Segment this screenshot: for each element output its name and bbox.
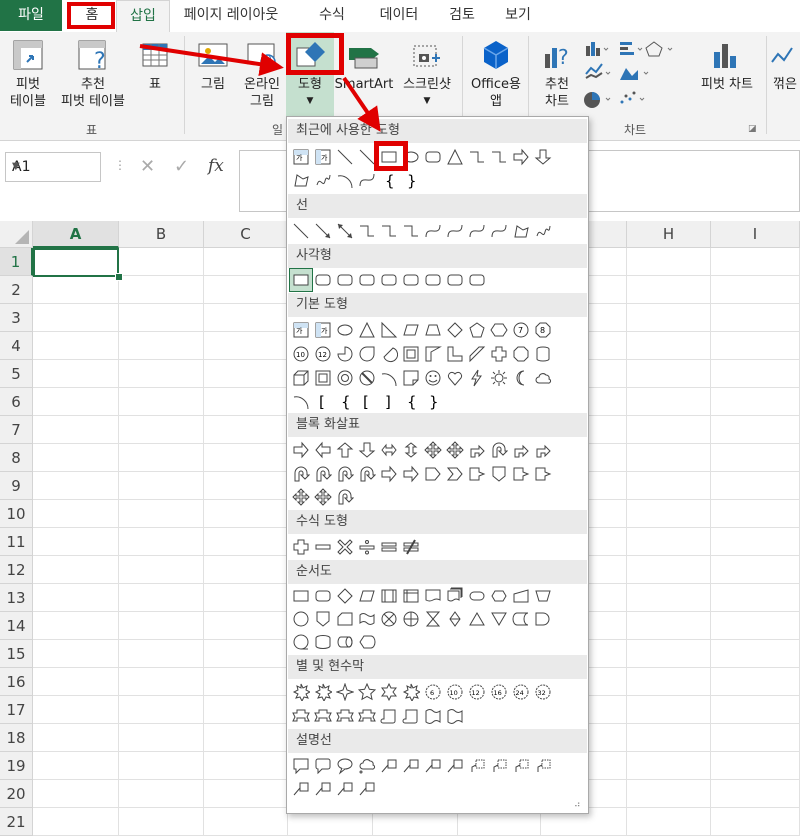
- arrow-shape-to-rectangle: [342, 76, 381, 132]
- annotation-arrows: [139, 44, 381, 132]
- arrow-home-to-shape: [139, 44, 284, 77]
